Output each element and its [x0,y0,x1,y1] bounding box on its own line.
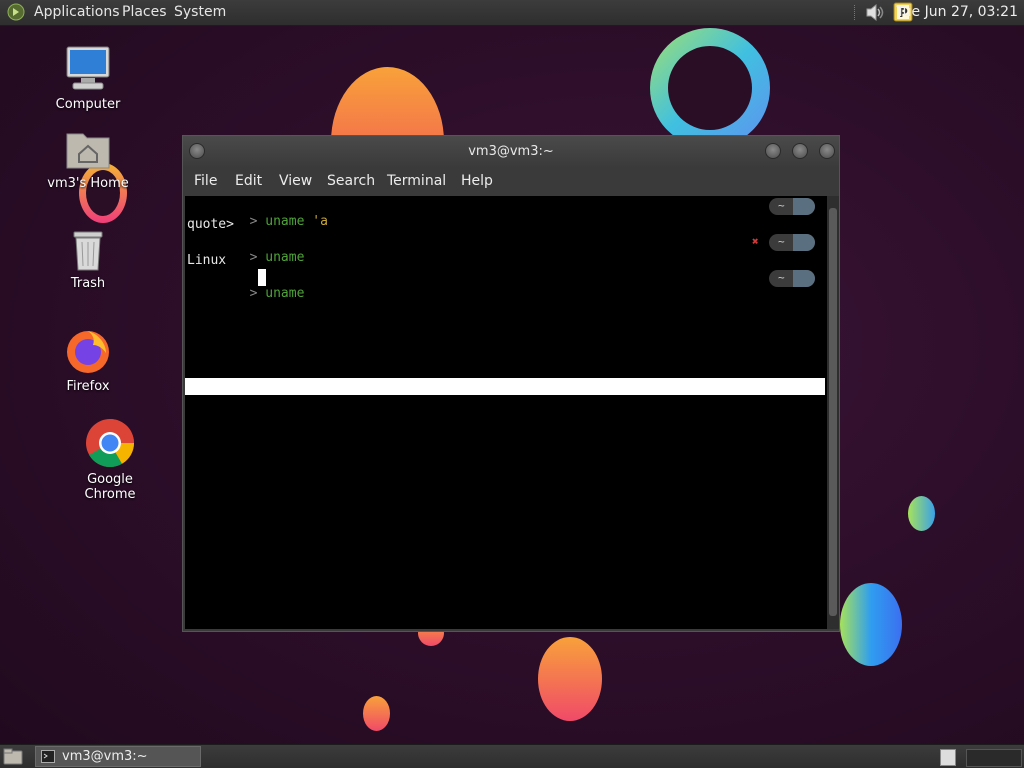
command-text: uname [265,286,305,301]
pill-segment [793,270,815,287]
desktop-icon-trash[interactable]: Trash [40,228,136,291]
terminal-line: Linux [187,253,227,268]
command-text: uname [265,250,305,265]
terminal-line: quote> [187,217,234,232]
desktop-icon-home[interactable]: vm3's Home [40,128,136,191]
menu-terminal[interactable]: Terminal [387,173,446,189]
prompt-path: ~ [778,199,785,212]
desktop-icon-firefox[interactable]: Firefox [40,325,136,394]
desktop-icon-label: vm3's Home [47,176,129,191]
desktop-icon-chrome[interactable]: Google Chrome [62,418,158,502]
trash-icon [73,231,103,271]
menu-file[interactable]: File [194,173,217,189]
prompt-chevron: > [249,250,258,265]
workspace-2[interactable] [966,749,1022,767]
bottom-panel: vm3@vm3:~ [0,744,1024,768]
window-title: vm3@vm3:~ [468,144,554,159]
applications-logo-icon[interactable] [7,3,25,21]
menu-edit[interactable]: Edit [235,173,262,189]
panel-separator [854,5,857,20]
workspace-1[interactable] [940,749,956,766]
desktop-icon-label: Trash [70,276,106,291]
prompt-status-pill: ~ [769,234,815,251]
wallpaper-orange-dot [363,696,390,731]
wallpaper-blue-oval [908,496,935,531]
desktop-icon-computer[interactable]: Computer [40,45,136,112]
minimize-button[interactable] [765,143,781,159]
terminal-menubar: File Edit View Search Terminal Help [183,168,839,196]
top-panel: Applications Places System P Tue Jun 27,… [0,0,1024,26]
prompt-chevron: > [249,286,258,301]
desktop-icon-label: Firefox [66,379,110,394]
taskbar-label: vm3@vm3:~ [62,749,148,764]
chrome-icon [86,419,134,468]
menu-view[interactable]: View [279,173,312,189]
wallpaper-ring [650,28,770,148]
firefox-icon [67,331,109,373]
pill-segment [793,198,815,215]
terminal-window[interactable]: vm3@vm3:~ File Edit View Search Terminal… [182,135,840,632]
home-folder-icon [66,133,110,169]
window-titlebar[interactable]: vm3@vm3:~ [183,136,839,168]
argument-text: 'a [312,214,328,229]
scrollbar[interactable] [827,196,839,629]
wallpaper-blue-oval-large [840,583,902,666]
terminal-line: > uname [187,271,305,316]
scrollbar-thumb[interactable] [829,208,837,616]
desktop-background: Computer vm3's Home Trash Firefox Google… [0,0,1024,768]
menu-search[interactable]: Search [327,173,375,189]
text-cursor [258,269,266,286]
wallpaper-orange-oval [538,637,602,721]
desktop-icon-label: Computer [55,97,121,112]
prompt-chevron: > [249,214,258,229]
menu-places[interactable]: Places [122,4,167,20]
volume-icon[interactable] [864,2,886,23]
command-text: uname [265,214,305,229]
menu-system[interactable]: System [174,4,226,20]
desktop-icon-label: Google Chrome [84,472,136,502]
menu-help[interactable]: Help [461,173,493,189]
error-icon: ✖ [752,235,759,248]
prompt-status-pill: ~ [769,270,815,287]
prompt-path: ~ [778,235,785,248]
computer-icon [66,46,110,90]
pill-segment [793,234,815,251]
terminal-output[interactable]: > uname 'a quote> > uname Linux > uname … [185,196,827,629]
prompt-status-pill: ~ [769,198,815,215]
clock[interactable]: Tue Jun 27, 03:21 [896,4,1018,20]
prompt-path: ~ [778,271,785,284]
maximize-button[interactable] [792,143,808,159]
terminal-icon [41,750,55,763]
close-button[interactable] [819,143,835,159]
taskbar-terminal-button[interactable]: vm3@vm3:~ [35,746,201,767]
show-desktop-icon[interactable] [3,748,23,765]
highlight-bar [185,378,825,395]
menu-applications[interactable]: Applications [34,4,120,20]
